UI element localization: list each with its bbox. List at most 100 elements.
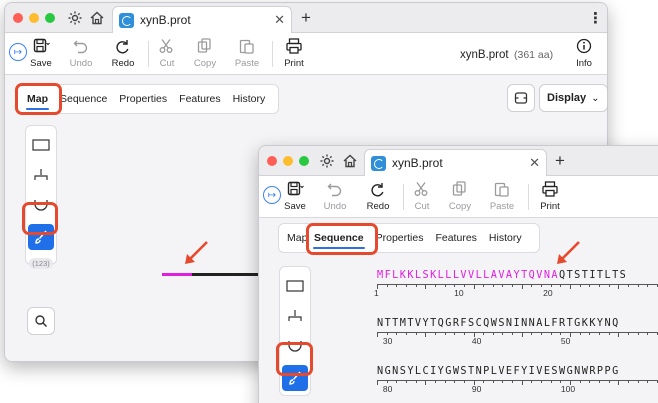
print-button[interactable]: Print bbox=[528, 180, 572, 212]
home-icon[interactable] bbox=[89, 10, 105, 26]
print-button[interactable]: Print bbox=[272, 37, 316, 69]
ruler-tick bbox=[492, 380, 494, 383]
main-toolbar: ↦ Save Undo Redo Cut Copy bbox=[259, 176, 658, 218]
ruler-tick bbox=[463, 332, 465, 335]
ruler-tick bbox=[541, 284, 543, 287]
ruler-tick bbox=[454, 380, 456, 383]
ruler-tick bbox=[521, 284, 523, 289]
sequence-residues[interactable]: NTTMTVYTQGRFSCQWSNINNALFRTGKKYNQ bbox=[377, 318, 620, 329]
ruler-tick bbox=[637, 332, 639, 335]
ruler-tick bbox=[608, 332, 610, 335]
ruler-tick bbox=[434, 284, 436, 287]
cut-label: Cut bbox=[159, 58, 175, 69]
gear-icon[interactable] bbox=[319, 153, 335, 169]
tab-map[interactable]: Map bbox=[283, 225, 307, 251]
ruler-tick bbox=[473, 284, 475, 289]
zoom-window-button[interactable] bbox=[45, 13, 55, 23]
main-toolbar: ↦ Save Undo Redo Cut Copy bbox=[5, 33, 607, 75]
copy-button[interactable]: Copy bbox=[438, 180, 482, 212]
ruler-tick-label: 100 bbox=[560, 384, 576, 394]
ruler-tick bbox=[405, 380, 407, 383]
undo-button[interactable]: Undo bbox=[313, 180, 357, 212]
callout-highlight-brush bbox=[22, 202, 58, 235]
ruler-tick bbox=[560, 380, 562, 383]
tab-features[interactable]: Features bbox=[174, 86, 225, 112]
ruler-tick bbox=[618, 332, 620, 337]
new-tab-button[interactable]: + bbox=[555, 151, 565, 171]
paste-button[interactable]: Paste bbox=[480, 180, 524, 212]
display-label: Display bbox=[547, 92, 587, 104]
more-menu-icon[interactable]: ⋮ bbox=[588, 9, 603, 27]
ruler-tick-label: 90 bbox=[471, 384, 482, 394]
minimize-window-button[interactable] bbox=[283, 156, 293, 166]
ruler-tick-label: 1 bbox=[374, 288, 379, 298]
rectangle-tool-icon[interactable] bbox=[28, 134, 54, 156]
zoom-window-button[interactable] bbox=[299, 156, 309, 166]
redo-button[interactable]: Redo bbox=[356, 180, 400, 212]
close-window-button[interactable] bbox=[267, 156, 277, 166]
ruler-tick bbox=[647, 284, 649, 287]
redo-button[interactable]: Redo bbox=[101, 37, 145, 69]
ruler-tick bbox=[531, 380, 533, 383]
junction-tool-icon[interactable] bbox=[282, 305, 308, 327]
sequence-line[interactable]: MFLKKLSKLLLVVLLAVAYTQVNAQTSTITLTS bbox=[377, 270, 627, 281]
callout-arrow-icon bbox=[185, 241, 208, 264]
sequence-line[interactable]: NTTMTVYTQGRFSCQWSNINNALFRTGKKYNQ bbox=[377, 318, 620, 329]
save-button[interactable]: Save bbox=[19, 37, 63, 69]
save-button[interactable]: Save bbox=[273, 180, 317, 212]
close-window-button[interactable] bbox=[13, 13, 23, 23]
sequence-ruler: 80 90 100 bbox=[377, 380, 658, 394]
ruler-tick bbox=[579, 380, 581, 383]
zoom-search-button[interactable] bbox=[27, 307, 55, 335]
tab-history[interactable]: History bbox=[484, 225, 527, 251]
sequence-residues[interactable]: QTSTITLTS bbox=[559, 270, 627, 281]
undo-icon bbox=[73, 40, 88, 54]
junction-tool-icon[interactable] bbox=[28, 164, 54, 186]
gear-icon[interactable] bbox=[67, 10, 83, 26]
tab-history[interactable]: History bbox=[228, 86, 271, 112]
sequence-residues[interactable]: NGNSYLCIYGWSTNPLVEFYIVESWGNWRPPG bbox=[377, 366, 620, 377]
home-icon[interactable] bbox=[342, 153, 358, 169]
undo-button[interactable]: Undo bbox=[59, 37, 103, 69]
ruler-tick bbox=[425, 284, 427, 289]
layout-toggle-button[interactable] bbox=[507, 84, 535, 112]
panel-icon bbox=[514, 92, 528, 104]
tab-sequence[interactable]: Sequence bbox=[55, 86, 112, 112]
info-label: Info bbox=[576, 58, 592, 69]
screenshot-stage: xynB.prot ✕ + ⋮ ↦ Save Undo Redo Cut Cop… bbox=[0, 0, 658, 403]
ruler-tick bbox=[608, 284, 610, 287]
close-tab-icon[interactable]: ✕ bbox=[529, 155, 540, 171]
ruler-tick bbox=[627, 380, 629, 383]
ruler-tick bbox=[627, 284, 629, 287]
ruler-tick bbox=[512, 332, 514, 335]
ruler-tick bbox=[579, 284, 581, 287]
print-label: Print bbox=[284, 58, 304, 69]
tab-properties[interactable]: Properties bbox=[114, 86, 172, 112]
info-button[interactable]: Info bbox=[562, 37, 606, 69]
callout-highlight-map-tab bbox=[15, 83, 62, 115]
tab-properties[interactable]: Properties bbox=[371, 225, 429, 251]
ruler-tick bbox=[444, 332, 446, 335]
undo-label: Undo bbox=[69, 58, 93, 69]
document-tab[interactable]: xynB.prot ✕ bbox=[112, 6, 292, 33]
protein-file-icon bbox=[371, 155, 386, 171]
paste-button[interactable]: Paste bbox=[225, 37, 269, 69]
close-tab-icon[interactable]: ✕ bbox=[274, 12, 285, 28]
copy-icon bbox=[197, 38, 211, 53]
ruler-tick bbox=[386, 380, 388, 383]
minimize-window-button[interactable] bbox=[29, 13, 39, 23]
new-tab-button[interactable]: + bbox=[301, 8, 311, 28]
magnifier-icon bbox=[35, 315, 48, 328]
display-menu-button[interactable]: Display ⌄ bbox=[539, 84, 607, 112]
sequence-view-body: Map Sequence Properties Features History… bbox=[259, 218, 658, 403]
document-tab[interactable]: xynB.prot ✕ bbox=[364, 149, 547, 176]
tab-features[interactable]: Features bbox=[430, 225, 481, 251]
redo-icon bbox=[371, 183, 384, 197]
ruler-tick bbox=[512, 284, 514, 287]
sequence-line[interactable]: NGNSYLCIYGWSTNPLVEFYIVESWGNWRPPG bbox=[377, 366, 620, 377]
signal-peptide-residues[interactable]: MFLKKLSKLLLVVLLAVAYTQVNA bbox=[377, 270, 559, 281]
signal-peptide-feature-bar[interactable] bbox=[162, 273, 192, 276]
copy-button[interactable]: Copy bbox=[183, 37, 227, 69]
ruler-tick bbox=[483, 284, 485, 287]
rectangle-tool-icon[interactable] bbox=[282, 275, 308, 297]
